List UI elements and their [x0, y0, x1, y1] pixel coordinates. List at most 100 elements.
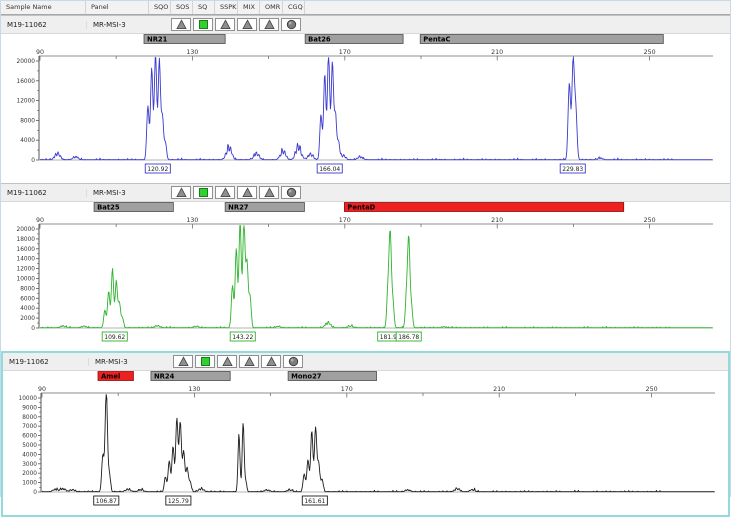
svg-text:130: 130 [188, 386, 200, 393]
column-header-sos[interactable]: SOS [171, 1, 193, 14]
flag-cell-sos[interactable] [173, 355, 193, 368]
flag-cell-sq[interactable] [193, 186, 213, 199]
flag-cell-sspk[interactable] [217, 355, 237, 368]
svg-text:186.78: 186.78 [398, 334, 419, 341]
svg-text:NR27: NR27 [228, 204, 249, 212]
trace-line [42, 395, 715, 492]
column-header-sq[interactable]: SQ [193, 1, 215, 14]
electropherogram-panel-3[interactable]: M19-11062MR-MSI-3AmelNR24Mono27901301702… [1, 351, 730, 517]
sample-row[interactable]: M19-11062MR-MSI-3 [3, 353, 728, 371]
svg-text:20000: 20000 [17, 227, 36, 233]
marker-bar-bat25[interactable]: Bat25 [94, 203, 173, 212]
svg-text:2000: 2000 [22, 471, 37, 477]
size-ruler: 90130170210250 [36, 217, 713, 229]
flag-cell-sos[interactable] [171, 18, 191, 31]
svg-text:9000: 9000 [22, 405, 37, 411]
flag-cell-sqo [151, 355, 173, 368]
peak-size-label[interactable]: 229.83 [560, 164, 585, 173]
flag-cell-omr[interactable] [261, 355, 281, 368]
marker-bar-nr24[interactable]: NR24 [151, 372, 230, 381]
peak-size-label[interactable]: 161.61 [302, 496, 327, 505]
svg-text:170: 170 [339, 217, 351, 224]
warning-triangle-icon [178, 356, 189, 367]
svg-text:Mono27: Mono27 [291, 373, 322, 381]
warning-triangle-icon [244, 356, 255, 367]
svg-text:143.22: 143.22 [232, 334, 253, 341]
svg-text:20000: 20000 [17, 59, 36, 65]
green-square-icon [200, 356, 211, 367]
flag-cell-sq[interactable] [195, 355, 215, 368]
warning-triangle-icon [264, 187, 275, 198]
peak-size-label[interactable]: 143.22 [230, 332, 255, 341]
flag-cell-mix[interactable] [237, 18, 257, 31]
electropherogram-panel-2[interactable]: M19-11062MR-MSI-3Bat25NR27PentaD90130170… [1, 183, 730, 351]
warning-triangle-icon [220, 187, 231, 198]
svg-text:8000: 8000 [22, 415, 37, 421]
svg-text:10000: 10000 [17, 277, 36, 283]
column-header-omr[interactable]: OMR [260, 1, 283, 14]
svg-text:4000: 4000 [20, 138, 35, 144]
flag-cell-sspk[interactable] [215, 186, 235, 199]
marker-bar-mono27[interactable]: Mono27 [288, 372, 376, 381]
svg-text:PentaC: PentaC [423, 36, 450, 44]
peak-size-label[interactable]: 166.04 [317, 164, 342, 173]
flag-cell-sqo [149, 18, 171, 31]
flag-cell-sqo [149, 186, 171, 199]
electropherogram-chart[interactable]: AmelNR24Mono2790130170210250010002000300… [3, 371, 731, 511]
marker-bar-nr21[interactable]: NR21 [144, 35, 225, 44]
svg-text:3000: 3000 [22, 462, 37, 468]
peak-size-label[interactable]: 109.62 [102, 332, 127, 341]
peak-size-label[interactable]: 186.78 [396, 332, 421, 341]
sample-name: M19-11062 [1, 21, 86, 29]
flag-cell-cgq[interactable] [281, 186, 301, 199]
column-header-sqo[interactable]: SQO [149, 1, 171, 14]
svg-text:Bat26: Bat26 [308, 36, 331, 44]
column-header-panel[interactable]: Panel [86, 1, 149, 14]
sample-row[interactable]: M19-11062MR-MSI-3 [1, 16, 730, 34]
svg-text:16000: 16000 [17, 247, 36, 253]
panel-name: MR-MSI-3 [86, 21, 149, 29]
marker-bar-nr27[interactable]: NR27 [225, 203, 304, 212]
flag-cell-cgq[interactable] [281, 18, 301, 31]
trace-line [40, 58, 713, 160]
flag-cell-sspk[interactable] [215, 18, 235, 31]
column-header-filler [305, 1, 730, 14]
sample-name: M19-11062 [3, 358, 88, 366]
svg-text:166.04: 166.04 [319, 166, 340, 173]
svg-text:170: 170 [341, 386, 353, 393]
size-ruler: 90130170210250 [38, 386, 715, 398]
flag-cell-mix[interactable] [237, 186, 257, 199]
svg-text:2000: 2000 [20, 316, 35, 322]
flag-cell-omr[interactable] [259, 18, 279, 31]
column-header-mix[interactable]: MIX [238, 1, 260, 14]
svg-text:125.79: 125.79 [168, 498, 189, 505]
peak-size-label[interactable]: 125.79 [166, 496, 191, 505]
flag-cell-sq[interactable] [193, 18, 213, 31]
svg-text:6000: 6000 [22, 434, 37, 440]
electropherogram-chart[interactable]: Bat25NR27PentaD9013017021025002000400060… [1, 202, 731, 347]
svg-text:210: 210 [491, 217, 503, 224]
svg-text:14000: 14000 [17, 257, 36, 263]
svg-text:170: 170 [339, 49, 351, 56]
peak-size-label[interactable]: 106.87 [94, 496, 119, 505]
marker-bar-pentad[interactable]: PentaD [344, 203, 623, 212]
svg-text:0: 0 [33, 490, 37, 496]
flag-cell-omr[interactable] [259, 186, 279, 199]
column-header-sspk[interactable]: SSPK [215, 1, 238, 14]
column-header-cgq[interactable]: CGQ [283, 1, 305, 14]
peak-size-label[interactable]: 120.92 [145, 164, 170, 173]
electropherogram-chart[interactable]: NR21Bat26PentaC9013017021025004000800012… [1, 34, 731, 179]
sample-row[interactable]: M19-11062MR-MSI-3 [1, 184, 730, 202]
flag-cell-cgq[interactable] [283, 355, 303, 368]
svg-text:250: 250 [644, 49, 656, 56]
column-header-sample-name[interactable]: Sample Name [1, 1, 86, 14]
marker-bar-amel[interactable]: Amel [98, 372, 133, 381]
flag-cell-mix[interactable] [239, 355, 259, 368]
flag-cell-sos[interactable] [171, 186, 191, 199]
warning-triangle-icon [242, 187, 253, 198]
marker-bar-pentac[interactable]: PentaC [420, 35, 663, 44]
svg-text:NR24: NR24 [154, 373, 175, 381]
marker-bar-bat26[interactable]: Bat26 [305, 35, 403, 44]
svg-text:250: 250 [646, 386, 658, 393]
electropherogram-panel-1[interactable]: M19-11062MR-MSI-3NR21Bat26PentaC90130170… [1, 15, 730, 183]
